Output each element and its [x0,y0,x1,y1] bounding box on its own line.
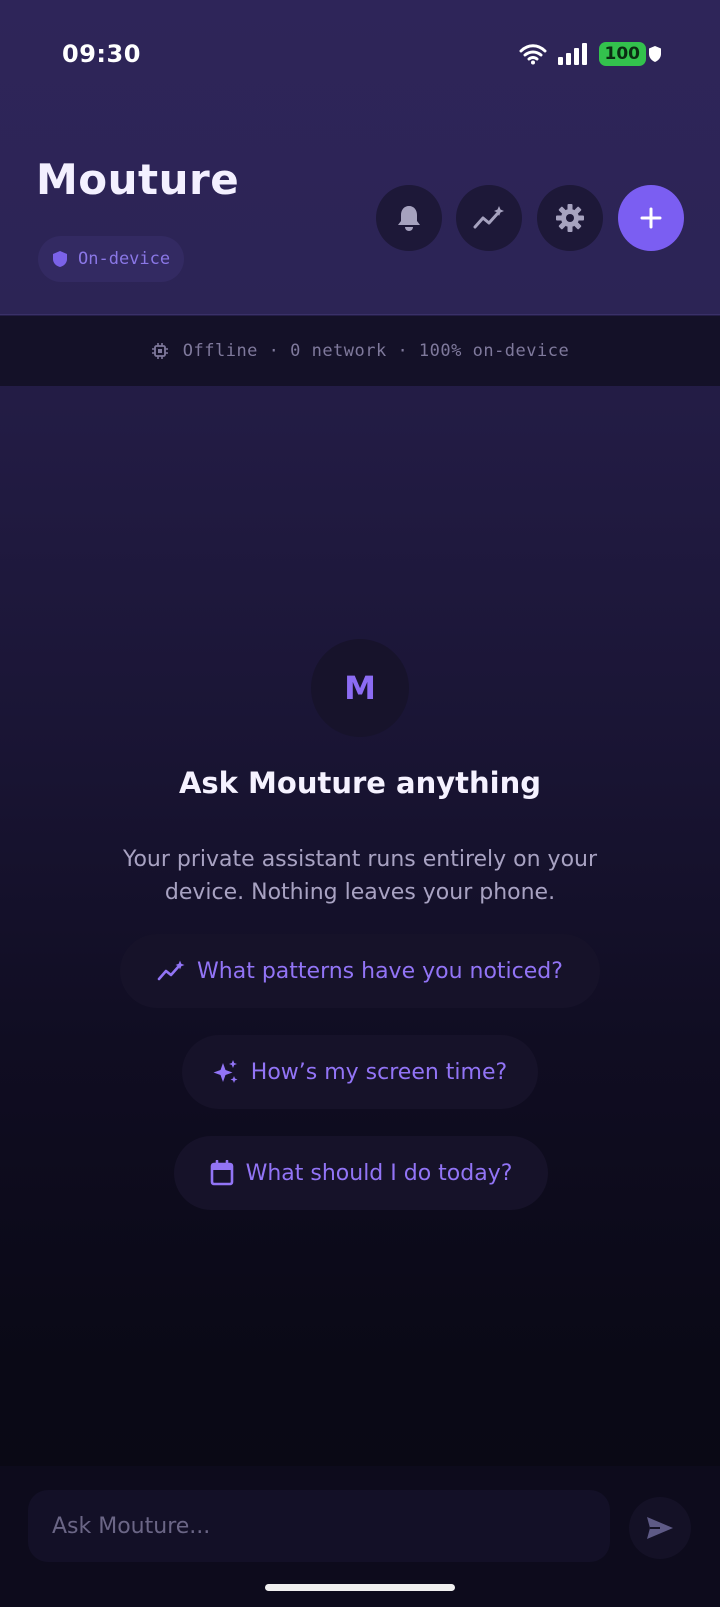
status-icons: 100 [519,42,663,66]
assistant-avatar: M [311,639,409,737]
suggestion-chip-patterns[interactable]: What patterns have you noticed? [120,934,600,1008]
battery-indicator: 100 [598,42,646,66]
suggestion-label: What should I do today? [245,1160,513,1186]
status-bar: 09:30 100 [0,0,720,110]
calendar-icon [210,1160,233,1186]
offline-status-text: Offline · 0 network · 100% on-device [182,341,570,361]
avatar-letter: M [344,669,376,707]
chip-icon [151,343,168,359]
wifi-icon [519,44,546,65]
offline-status-strip: Offline · 0 network · 100% on-device [0,316,720,386]
message-input[interactable] [28,1490,610,1562]
send-button[interactable] [629,1497,691,1559]
empty-state-headline: Ask Mouture anything [178,766,542,800]
notifications-button[interactable] [376,185,442,251]
send-icon [647,1517,673,1539]
suggestion-label: What patterns have you noticed? [197,958,563,984]
status-time: 09:30 [62,40,141,68]
home-indicator [265,1584,455,1591]
suggestion-chip-screen-time[interactable]: How’s my screen time? [182,1035,538,1109]
badge-label: On-device [78,249,171,269]
plus-icon [640,207,662,229]
new-chat-button[interactable] [618,185,684,251]
vpn-shield-icon [649,46,661,62]
empty-state-subtitle: Your private assistant runs entirely on … [122,847,598,905]
insights-icon [473,206,504,229]
on-device-badge: On-device [38,236,185,282]
sparkle-icon [213,1060,238,1083]
signal-icon [557,43,587,65]
trend-icon [157,960,185,981]
gear-icon [556,204,584,232]
settings-button[interactable] [537,185,603,251]
insights-button[interactable] [456,185,522,251]
bell-icon [398,206,420,231]
composer-bar [0,1466,720,1607]
app-title: Mouture [36,155,240,204]
suggestion-label: How’s my screen time? [250,1059,508,1085]
suggestion-chip-today[interactable]: What should I do today? [174,1136,548,1210]
shield-icon [53,251,67,267]
